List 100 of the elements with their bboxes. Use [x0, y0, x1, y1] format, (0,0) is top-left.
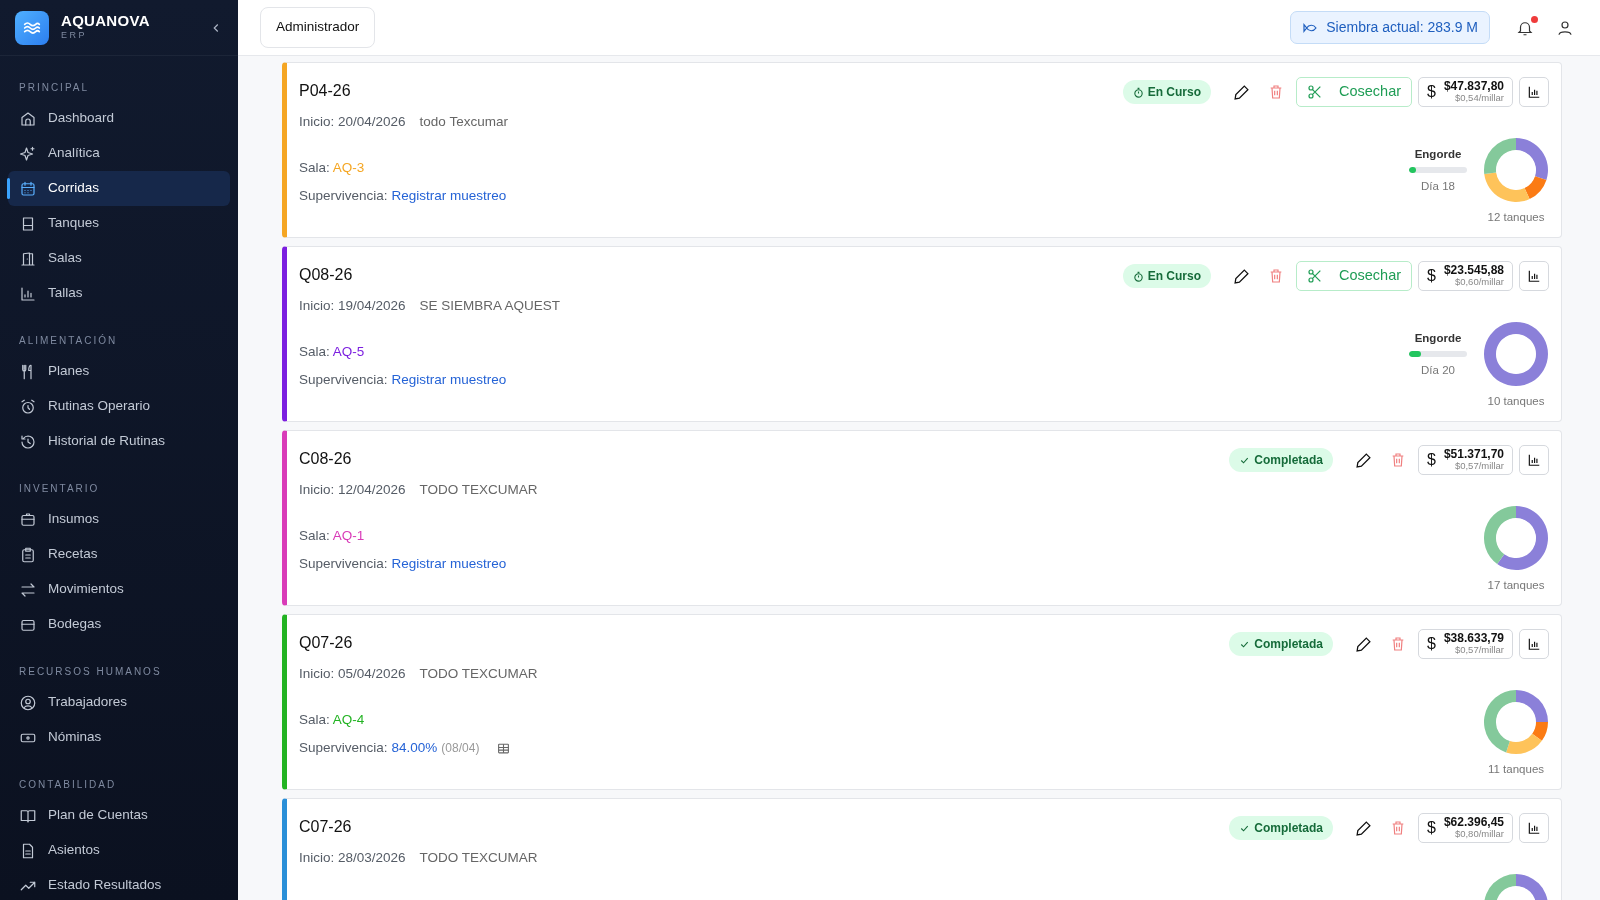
user-circle-icon [19, 693, 37, 712]
history-icon [19, 432, 37, 451]
brand-name: AQUANOVA [61, 12, 150, 29]
run-code: Q08-26 [299, 265, 354, 285]
stage-day: Día 20 [1421, 362, 1455, 380]
box-icon [19, 510, 37, 529]
section-label: CONTABILIDAD [18, 778, 118, 792]
sala-value: AQ-4 [332, 712, 365, 728]
brand-subtitle: ERP [61, 29, 88, 42]
chart-button[interactable] [1519, 77, 1549, 107]
nav-item[interactable]: Tallas [8, 276, 230, 311]
start-date: Inicio: 28/03/2026 [299, 849, 406, 867]
status-badge: Completada [1229, 632, 1334, 656]
run-note: TODO TEXCUMAR [419, 665, 538, 683]
run-note: SE SIEMBRA AQUEST [419, 297, 560, 315]
start-date: Inicio: 05/04/2026 [299, 665, 406, 683]
alarm-clock-icon [19, 397, 37, 416]
run-code: C07-26 [299, 817, 353, 837]
nav-item[interactable]: Analítica [8, 136, 230, 171]
nav-item[interactable]: Recetas [8, 537, 230, 572]
tank-count: 10 tanques [1487, 394, 1545, 409]
sala-label: Sala: [299, 344, 331, 360]
pencil-icon [1355, 635, 1373, 653]
logo-icon [15, 10, 49, 45]
nav-item[interactable]: Nóminas [8, 720, 230, 755]
nav-item[interactable]: Dashboard [8, 101, 230, 136]
pencil-icon [1355, 819, 1373, 837]
register-sample-link[interactable]: Registrar muestreo [391, 185, 507, 206]
nav-item[interactable]: Planes [8, 354, 230, 389]
run-note: TODO TEXCUMAR [419, 481, 538, 499]
status-badge: Completada [1229, 816, 1334, 840]
survival-label: Supervivencia: [299, 554, 388, 573]
start-date: Inicio: 20/04/2026 [299, 113, 406, 131]
nav-item[interactable]: Trabajadores [8, 685, 230, 720]
sala-value: AQ-1 [332, 528, 365, 544]
timer-icon [1132, 86, 1144, 98]
status-badge: En Curso [1122, 264, 1211, 288]
clipboard-icon [19, 545, 37, 564]
tank-count: 12 tanques [1487, 210, 1545, 225]
run-code: C08-26 [299, 449, 353, 469]
chart-button[interactable] [1519, 813, 1549, 843]
survival-label: Supervivencia: [299, 738, 388, 757]
tank-count: 11 tanques [1487, 762, 1545, 777]
pencil-icon [1232, 83, 1250, 101]
stage-progress [1409, 351, 1467, 358]
scissors-icon [1306, 84, 1323, 100]
dollar-sign: $ [1427, 634, 1436, 654]
stage-day: Día 18 [1421, 178, 1455, 196]
nav-item[interactable]: Salas [8, 241, 230, 276]
register-sample-link[interactable]: Registrar muestreo [391, 369, 507, 390]
dollar-sign: $ [1427, 82, 1436, 102]
nav-item[interactable]: Movimientos [8, 572, 230, 607]
sala-label: Sala: [299, 528, 331, 544]
sala-label: Sala: [299, 160, 331, 176]
stage-label: Engorde [1414, 147, 1462, 162]
calendar-icon [19, 179, 37, 198]
sala-label: Sala: [299, 712, 331, 728]
dollar-sign: $ [1427, 266, 1436, 286]
nav-item[interactable]: Estado Resultados [8, 868, 230, 900]
nav-item[interactable]: Tanques [8, 206, 230, 241]
timer-icon [1132, 270, 1144, 282]
start-date: Inicio: 19/04/2026 [299, 297, 406, 315]
dollar-sign: $ [1427, 450, 1436, 470]
nav-item[interactable]: Historial de Rutinas [8, 424, 230, 459]
user-icon [1556, 18, 1574, 37]
chart-button[interactable] [1519, 445, 1549, 475]
bar-chart-icon [1527, 85, 1541, 99]
harvest-button[interactable]: Cosechar [1295, 261, 1413, 291]
bar-chart-icon [1527, 269, 1541, 283]
dollar-sign: $ [1427, 818, 1436, 838]
status-badge: Completada [1229, 448, 1334, 472]
stage-progress [1409, 167, 1467, 174]
tank-count: 17 tanques [1487, 578, 1545, 593]
run-note: TODO TEXCUMAR [419, 849, 538, 867]
register-sample-link[interactable]: Registrar muestreo [391, 553, 507, 574]
door-icon [19, 249, 37, 268]
bar-chart-icon [1527, 637, 1541, 651]
nav-item[interactable]: Plan de Cuentas [8, 798, 230, 833]
status-badge: En Curso [1122, 80, 1211, 104]
sparkle-icon [19, 144, 37, 163]
harvest-button[interactable]: Cosechar [1295, 77, 1413, 107]
scissors-icon [1306, 268, 1323, 284]
pencil-icon [1355, 451, 1373, 469]
nav-item[interactable]: Bodegas [8, 607, 230, 642]
bar-chart-icon [1527, 453, 1541, 467]
seeding-badge: Siembra actual: 283.9 M [1290, 11, 1490, 44]
nav-item[interactable]: Corridas [8, 171, 230, 206]
section-label: RECURSOS HUMANOS [18, 665, 163, 679]
role-button[interactable]: Administrador [260, 7, 376, 48]
nav-item[interactable]: Insumos [8, 502, 230, 537]
table-icon [497, 741, 511, 755]
section-label: ALIMENTACIÓN [18, 333, 119, 348]
run-code: Q07-26 [299, 633, 354, 653]
chart-button[interactable] [1519, 629, 1549, 659]
sala-value: AQ-5 [332, 344, 365, 360]
nav-item[interactable]: Rutinas Operario [8, 389, 230, 424]
survival-label: Supervivencia: [299, 186, 388, 205]
nav-item[interactable]: Asientos [8, 833, 230, 868]
stage-label: Engorde [1414, 331, 1462, 346]
chart-button[interactable] [1519, 261, 1549, 291]
